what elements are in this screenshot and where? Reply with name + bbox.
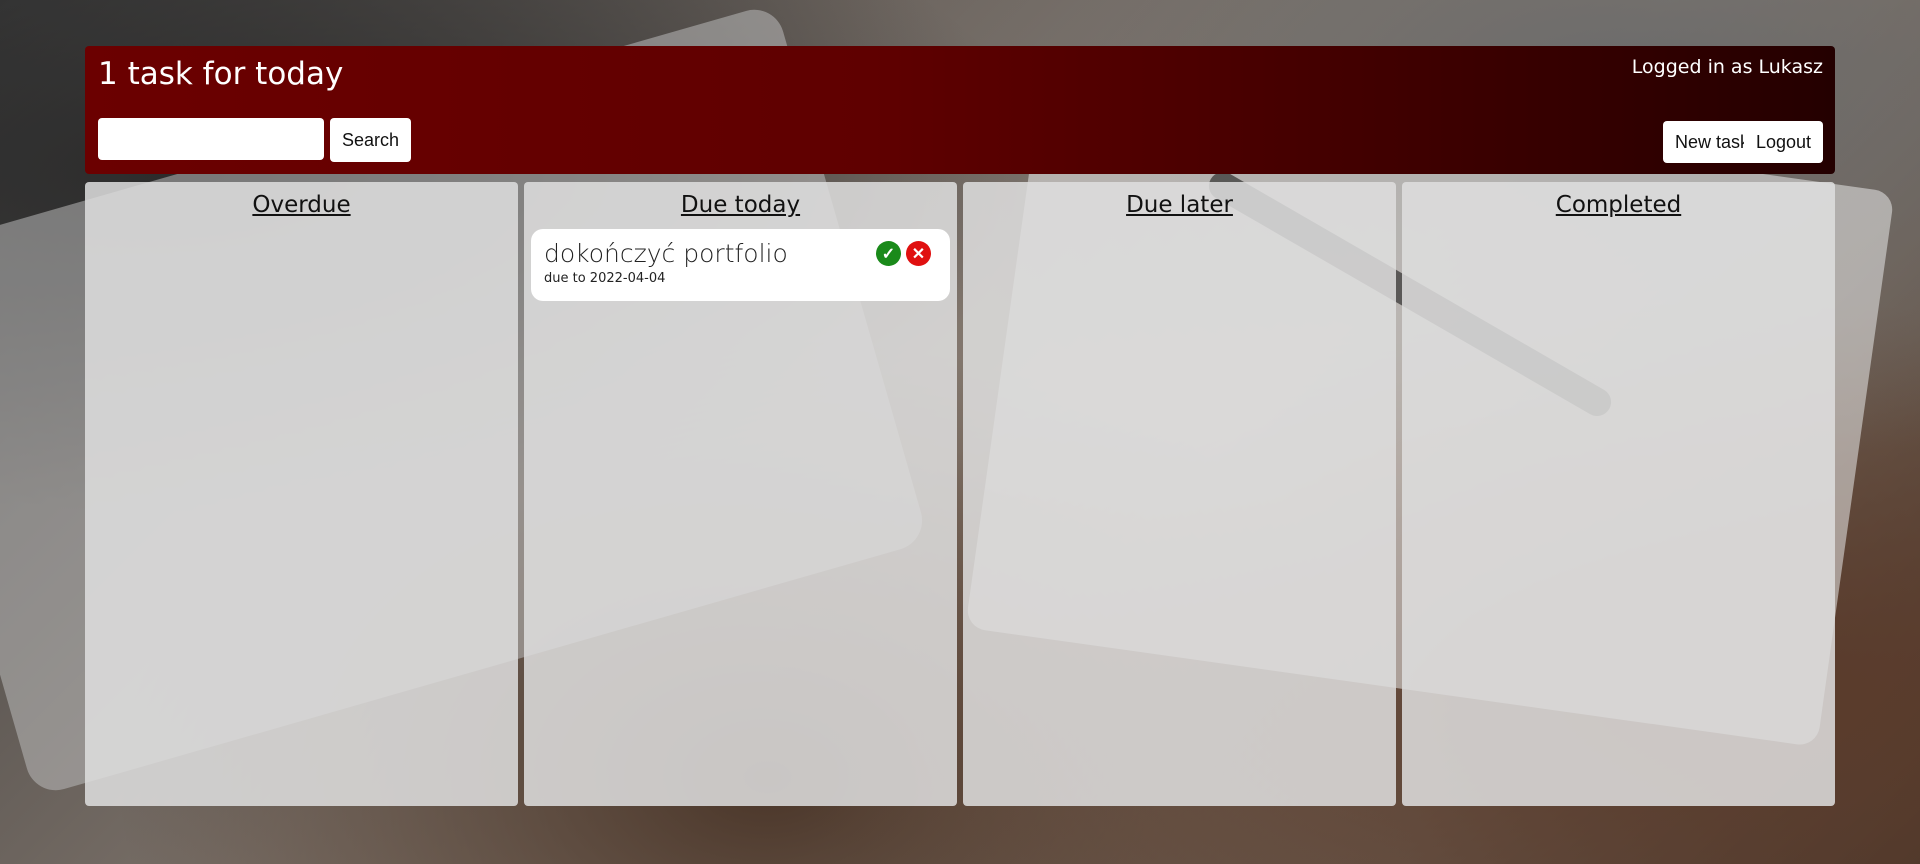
- column-title-completed[interactable]: Completed: [1409, 192, 1828, 218]
- search-button[interactable]: Search: [330, 118, 412, 162]
- logged-in-status: Logged in as Lukasz: [1631, 56, 1823, 78]
- task-board: Overdue Due today dokończyć portfolio du…: [85, 182, 1835, 806]
- app-header: 1 task for today Logged in as Lukasz Sea…: [85, 46, 1835, 174]
- column-due-later: Due later: [963, 182, 1396, 806]
- check-icon[interactable]: ✓: [876, 241, 901, 266]
- page-title: 1 task for today: [98, 56, 344, 92]
- task-card[interactable]: dokończyć portfolio due to 2022-04-04 ✓ …: [531, 229, 950, 301]
- column-title-overdue[interactable]: Overdue: [92, 192, 511, 218]
- column-overdue: Overdue: [85, 182, 518, 806]
- column-due-today: Due today dokończyć portfolio due to 202…: [524, 182, 957, 806]
- task-actions: ✓ ✕: [876, 241, 931, 266]
- column-completed: Completed: [1402, 182, 1835, 806]
- search-input[interactable]: [98, 118, 324, 160]
- logout-button[interactable]: Logout: [1743, 121, 1823, 163]
- close-icon[interactable]: ✕: [906, 241, 931, 266]
- column-title-due-today[interactable]: Due today: [531, 192, 950, 218]
- column-title-due-later[interactable]: Due later: [970, 192, 1389, 218]
- task-due-date: due to 2022-04-04: [544, 271, 666, 286]
